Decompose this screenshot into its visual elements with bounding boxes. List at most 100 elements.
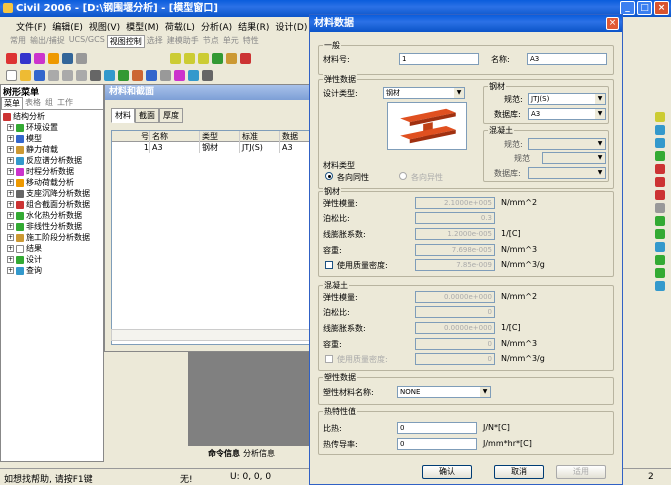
apply-button[interactable]: 适用 [556, 465, 606, 479]
fit-icon[interactable] [655, 151, 665, 161]
save-icon[interactable] [34, 69, 45, 81]
tab-section[interactable]: 截面 [135, 108, 159, 123]
tree-root[interactable]: 结构分析 [3, 111, 101, 122]
run-icon[interactable] [188, 69, 199, 81]
col-no[interactable]: 号 [112, 131, 150, 142]
c-spec-select[interactable]: ▼ [528, 138, 606, 150]
expand-icon[interactable]: + [7, 135, 14, 142]
c-mass-density-checkbox[interactable] [325, 355, 333, 363]
material-id-input[interactable]: 1 [399, 53, 479, 65]
ribbon-tab[interactable]: 常用 [8, 35, 28, 48]
property-icon[interactable] [146, 69, 157, 81]
tab-menu[interactable]: 菜单 [1, 97, 23, 109]
tree-item[interactable]: + 施工阶段分析数据 [3, 232, 101, 243]
zoom-in-icon[interactable] [655, 125, 665, 135]
menu-file[interactable]: 文件(F) [16, 20, 46, 33]
menu-edit[interactable]: 编辑(E) [52, 20, 83, 33]
shade-icon[interactable] [655, 229, 665, 239]
tree-item[interactable]: + 结果 [3, 243, 101, 254]
menu-model[interactable]: 模型(M) [126, 20, 159, 33]
window-icon[interactable] [20, 52, 31, 64]
expand-icon[interactable]: + [7, 124, 14, 131]
plastic-material-select[interactable]: NONE ▼ [397, 386, 491, 398]
ribbon-tab[interactable]: 节点 [201, 35, 221, 48]
expand-icon[interactable]: + [7, 190, 14, 197]
tree-item[interactable]: + 反应谱分析数据 [3, 155, 101, 166]
maximize-button[interactable]: □ [637, 1, 652, 15]
menu-view[interactable]: 视图(V) [89, 20, 120, 33]
move-icon[interactable] [655, 190, 665, 200]
unit-weight-input[interactable]: 7.698e-005 [415, 244, 495, 256]
table-row[interactable]: 1 A3 钢材 JTJ(S) A3 [112, 142, 314, 153]
tree-item[interactable]: + 静力荷载 [3, 144, 101, 155]
tab-analysis[interactable]: 分析信息 [243, 448, 275, 459]
conductivity-input[interactable]: 0 [397, 438, 477, 450]
render-icon[interactable] [655, 216, 665, 226]
tree-item[interactable]: + 查询 [3, 265, 101, 276]
expand-icon[interactable]: + [7, 234, 14, 241]
thermal-expansion-input[interactable]: 1.2000e-005 [415, 228, 495, 240]
undo-icon[interactable] [62, 69, 73, 81]
view-icon[interactable] [655, 112, 665, 122]
expand-icon[interactable]: + [7, 223, 14, 230]
tree-item[interactable]: + 移动荷载分析 [3, 177, 101, 188]
arrow-icon[interactable] [655, 164, 665, 174]
col-type[interactable]: 类型 [200, 131, 240, 142]
tab-thickness[interactable]: 厚度 [159, 108, 183, 123]
expand-icon[interactable]: + [7, 179, 14, 186]
model-icon[interactable] [118, 69, 129, 81]
ribbon-tab[interactable]: 特性 [241, 35, 261, 48]
rotate-icon[interactable] [655, 177, 665, 187]
top-icon[interactable] [655, 255, 665, 265]
ribbon-tab[interactable]: 建模助手 [165, 35, 201, 48]
axis-icon[interactable] [212, 52, 223, 64]
expand-icon[interactable]: + [7, 256, 14, 263]
tree-item[interactable]: + 设计 [3, 254, 101, 265]
dialog-close-button[interactable]: × [606, 17, 619, 30]
c-db-select[interactable]: ▼ [528, 167, 606, 179]
analysis-icon[interactable] [132, 69, 143, 81]
col-name[interactable]: 名称 [150, 131, 200, 142]
mass-density-checkbox[interactable] [325, 261, 333, 269]
c-thermal-expansion-input[interactable]: 0.0000e+000 [415, 322, 495, 334]
c-spec2-select[interactable]: ▼ [542, 152, 606, 164]
tree-item[interactable]: + 非线性分析数据 [3, 221, 101, 232]
expand-icon[interactable]: + [7, 201, 14, 208]
zoom-out-icon[interactable] [655, 138, 665, 148]
c-mass-density-input[interactable]: 0 [415, 353, 495, 365]
result-icon[interactable] [202, 69, 213, 81]
orthotropic-radio[interactable] [399, 172, 407, 180]
ucs-icon[interactable] [198, 52, 209, 64]
ribbon-tab[interactable]: 单元 [221, 35, 241, 48]
ribbon-tab[interactable]: UCS/GCS [67, 35, 107, 48]
grid-icon[interactable] [170, 52, 181, 64]
design-type-select[interactable]: 钢材 ▼ [383, 87, 465, 99]
col-standard[interactable]: 标准 [240, 131, 280, 142]
tab-work[interactable]: 工作 [55, 97, 75, 109]
menu-load[interactable]: 荷载(L) [165, 20, 195, 33]
node-icon[interactable] [62, 52, 73, 64]
front-icon[interactable] [655, 268, 665, 278]
ribbon-tab[interactable]: 视图控制 [106, 35, 145, 48]
select-icon[interactable] [6, 52, 17, 64]
side-icon[interactable] [655, 281, 665, 291]
minimize-button[interactable]: _ [620, 1, 635, 15]
cancel-button[interactable]: 取消 [494, 465, 544, 479]
measure-icon[interactable] [655, 203, 665, 213]
poisson-input[interactable]: 0.3 [415, 212, 495, 224]
tab-command[interactable]: 命令信息 [208, 448, 240, 459]
specific-heat-input[interactable]: 0 [397, 422, 477, 434]
menu-results[interactable]: 结果(R) [238, 20, 269, 33]
material-name-input[interactable]: A3 [527, 53, 607, 65]
spec-select[interactable]: JTJ(S) ▼ [528, 93, 606, 105]
expand-icon[interactable]: + [7, 245, 14, 252]
tree-item[interactable]: + 模型 [3, 133, 101, 144]
expand-icon[interactable]: + [7, 146, 14, 153]
expand-icon[interactable]: + [7, 267, 14, 274]
c-poisson-input[interactable]: 0 [415, 306, 495, 318]
close-button[interactable]: × [654, 1, 669, 15]
open-icon[interactable] [20, 69, 31, 81]
ribbon-tab[interactable]: 选择 [145, 35, 165, 48]
tree-item[interactable]: + 时程分析数据 [3, 166, 101, 177]
new-icon[interactable] [6, 69, 17, 81]
